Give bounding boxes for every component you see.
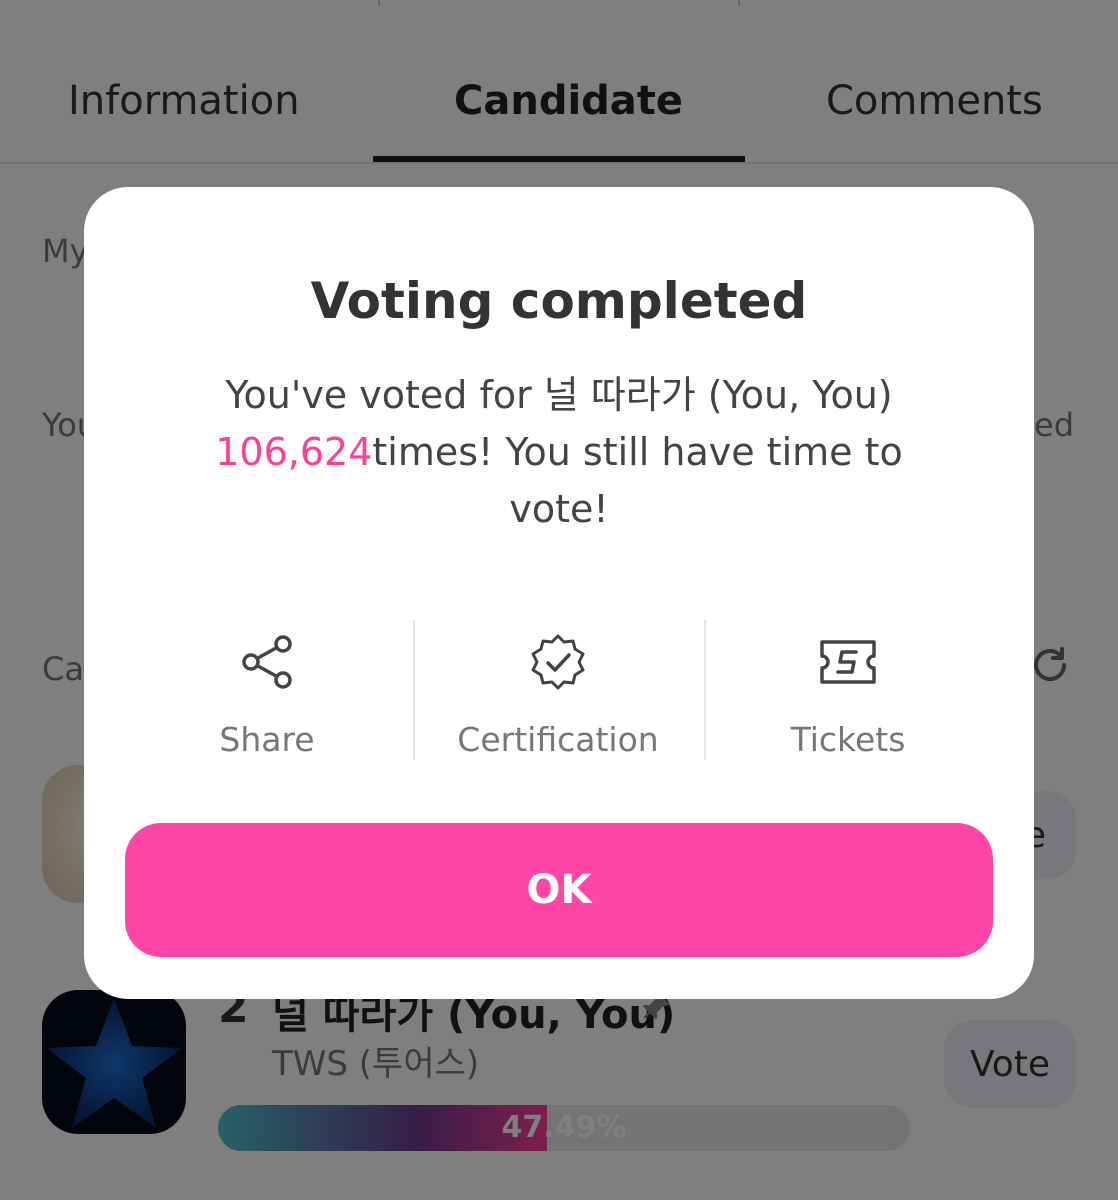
dialog-title: Voting completed xyxy=(310,272,808,330)
certification-label: Certification xyxy=(457,720,659,759)
verified-badge-icon xyxy=(531,634,585,690)
share-icon xyxy=(242,635,292,689)
share-label: Share xyxy=(219,720,315,759)
dialog-message: You've voted for 널 따라가 (You, You) 106,62… xyxy=(204,367,914,538)
certification-action[interactable]: Certification xyxy=(408,620,708,760)
vote-count: 106,624 xyxy=(215,430,373,474)
dialog-actions: Share Certification Tickets xyxy=(84,620,1034,760)
ok-button[interactable]: OK xyxy=(125,823,993,957)
app-screen: Information Candidate Comments My You ed… xyxy=(0,0,1118,1200)
message-prefix: You've voted for 널 따라가 (You, You) xyxy=(225,373,893,417)
message-suffix: times! You still have time to vote! xyxy=(372,430,903,531)
voting-completed-dialog: Voting completed You've voted for 널 따라가 … xyxy=(84,187,1034,999)
ticket-icon xyxy=(820,640,876,684)
tickets-action[interactable]: Tickets xyxy=(698,620,998,760)
share-action[interactable]: Share xyxy=(117,620,417,760)
tickets-label: Tickets xyxy=(790,720,906,759)
